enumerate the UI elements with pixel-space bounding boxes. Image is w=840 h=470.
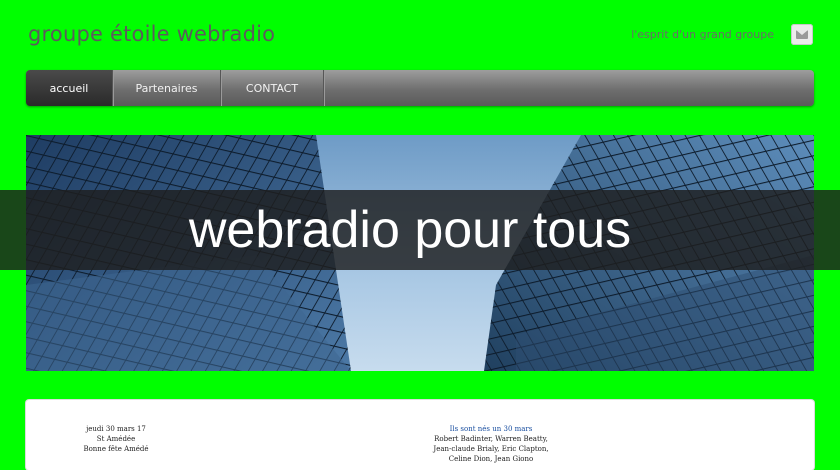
nav-item-partenaires[interactable]: Partenaires <box>113 70 221 106</box>
births-line: Celine Dion, Jean Giono <box>448 455 534 463</box>
ephemeride-saint: St Amédée <box>96 435 136 443</box>
site-title[interactable]: groupe étoile webradio <box>28 22 275 46</box>
births-line: Jean-claude Brialy, Eric Clapton, <box>433 445 549 453</box>
envelope-icon <box>796 30 808 39</box>
ephemeride-date: jeudi 30 mars 17 <box>86 425 146 433</box>
banner-headline: webradio pour tous <box>188 201 632 259</box>
site-tagline: l'esprit d'un grand groupe <box>631 28 774 41</box>
nav-item-contact[interactable]: CONTACT <box>221 70 324 106</box>
births-line: Robert Badinter, Warren Beatty, <box>434 435 548 443</box>
ephemeride-greeting: Bonne fête Amédé <box>83 445 149 453</box>
births-widget: Ils sont nés un 30 mars Robert Badinter,… <box>416 424 566 464</box>
mail-button[interactable] <box>791 24 813 45</box>
banner-headline-overlay: webradio pour tous <box>0 190 840 270</box>
ephemeride-widget: jeudi 30 mars 17 St Amédée Bonne fête Am… <box>56 424 176 454</box>
main-nav: accueil Partenaires CONTACT <box>26 70 814 106</box>
nav-item-accueil[interactable]: accueil <box>26 70 113 106</box>
births-heading[interactable]: Ils sont nés un 30 mars <box>416 424 566 434</box>
